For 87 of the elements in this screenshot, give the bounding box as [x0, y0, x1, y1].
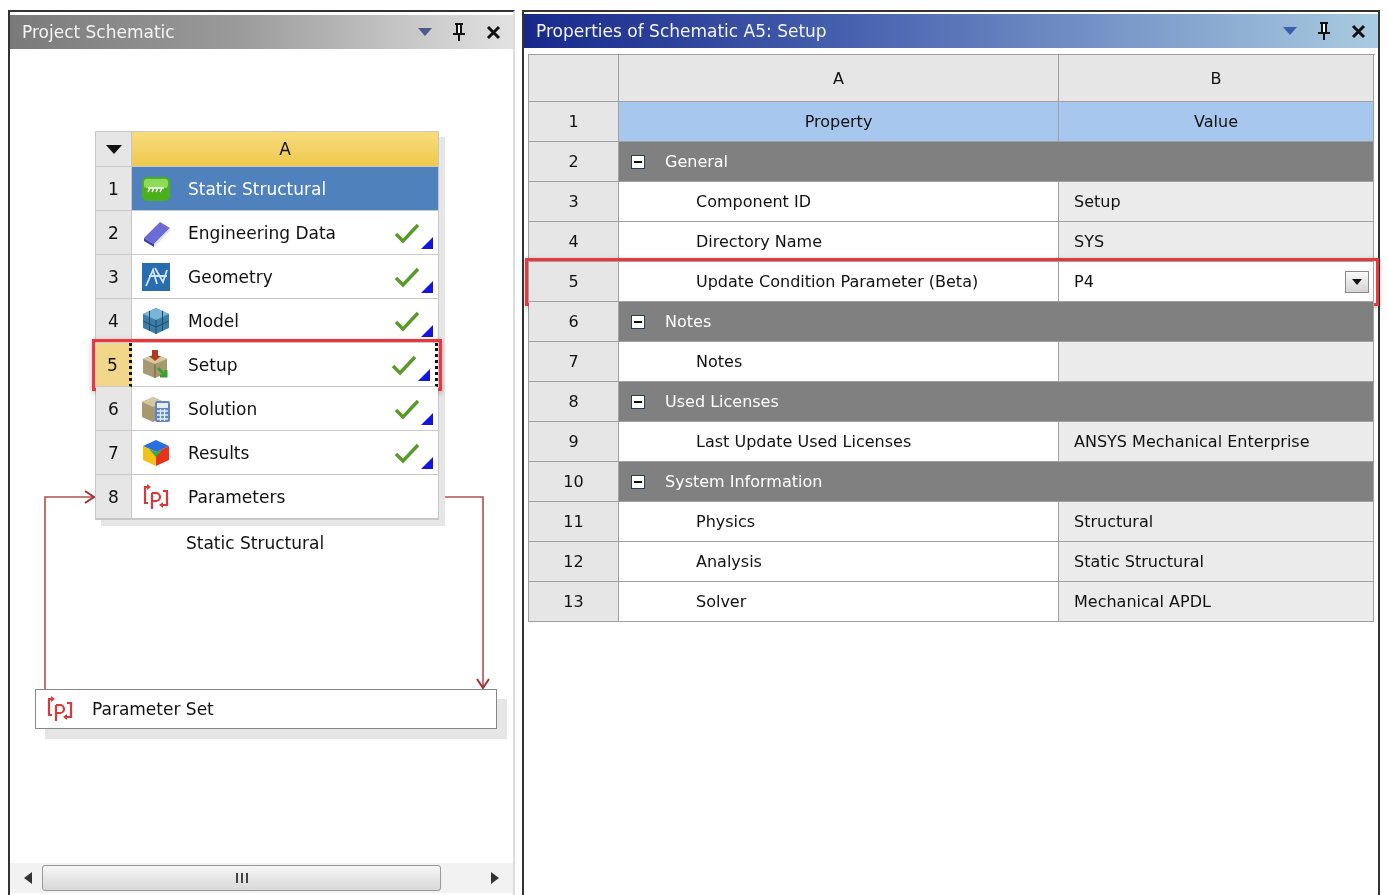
- group-header[interactable]: Used Licenses: [619, 382, 1374, 422]
- component-cell[interactable]: Static Structural: [132, 167, 438, 211]
- collapse-icon[interactable]: [631, 474, 645, 489]
- component-cell[interactable]: Solution: [132, 387, 438, 431]
- property-cell: Last Update Used Licenses: [619, 422, 1059, 462]
- pin-icon[interactable]: [452, 22, 466, 42]
- group-header[interactable]: Notes: [619, 302, 1374, 342]
- property-cell: Notes: [619, 342, 1059, 382]
- row-number: 2: [529, 142, 619, 182]
- system-icon: [140, 174, 172, 203]
- row-number: 1: [529, 102, 619, 142]
- row-number: 2: [96, 211, 132, 255]
- row-number: 8: [529, 382, 619, 422]
- value-cell: ANSYS Mechanical Enterprise: [1059, 422, 1374, 462]
- close-icon[interactable]: [486, 24, 501, 40]
- row-number: 7: [529, 342, 619, 382]
- triangle-icon: [421, 281, 433, 293]
- row-number: 6: [529, 302, 619, 342]
- component-label: Engineering Data: [188, 222, 337, 243]
- group-header[interactable]: System Information: [619, 462, 1374, 502]
- panel-title: Properties of Schematic A5: Setup: [536, 21, 828, 41]
- triangle-icon: [421, 325, 433, 337]
- property-cell: Component ID: [619, 182, 1059, 222]
- value-cell: Static Structural: [1059, 542, 1374, 582]
- geometry-icon: [140, 261, 172, 292]
- block-menu-button[interactable]: [96, 132, 132, 167]
- row-number: 1: [96, 167, 132, 211]
- panel-title: Project Schematic: [22, 22, 176, 42]
- group-label: Used Licenses: [665, 392, 779, 411]
- scroll-left-button[interactable]: [24, 872, 32, 884]
- collapse-icon[interactable]: [631, 314, 645, 329]
- row-number: 3: [96, 255, 132, 299]
- column-header: B: [1059, 55, 1374, 102]
- property-cell: Analysis: [619, 542, 1059, 582]
- row-number: 6: [96, 387, 132, 431]
- row-number: 5: [96, 343, 132, 387]
- row-number: 11: [529, 502, 619, 542]
- row-number: 12: [529, 542, 619, 582]
- value-cell: Mechanical APDL: [1059, 582, 1374, 622]
- collapse-icon[interactable]: [631, 154, 645, 169]
- dropdown-value: P4: [1074, 272, 1094, 291]
- grip-icon: [234, 872, 249, 884]
- table-header-cell: Value: [1059, 102, 1374, 142]
- property-cell: Solver: [619, 582, 1059, 622]
- row-number: 5: [529, 262, 619, 302]
- value-cell: Structural: [1059, 502, 1374, 542]
- row-number: 9: [529, 422, 619, 462]
- value-dropdown[interactable]: P4: [1059, 262, 1374, 302]
- group-label: General: [665, 152, 729, 171]
- component-label: Static Structural: [188, 178, 328, 199]
- group-header[interactable]: General: [619, 142, 1374, 182]
- triangle-icon: [421, 457, 433, 469]
- row-number: 8: [96, 475, 132, 519]
- component-label: Results: [188, 442, 251, 463]
- dropdown-icon: [1352, 278, 1362, 285]
- dropdown-button[interactable]: [1345, 270, 1369, 293]
- row-number: 3: [529, 182, 619, 222]
- scroll-right-button[interactable]: [491, 872, 499, 884]
- colored-cube-icon: [140, 437, 172, 468]
- dropdown-icon[interactable]: [105, 144, 122, 154]
- triangle-icon: [421, 413, 433, 425]
- component-label: Model: [188, 310, 241, 331]
- component-label: Parameters: [188, 486, 287, 507]
- component-label: Geometry: [188, 266, 274, 287]
- value-cell: Setup: [1059, 182, 1374, 222]
- component-label: Setup: [188, 354, 239, 375]
- triangle-icon: [421, 237, 433, 249]
- table-header-cell: Property: [619, 102, 1059, 142]
- group-label: System Information: [665, 472, 823, 491]
- row-number: 10: [529, 462, 619, 502]
- row-number: 13: [529, 582, 619, 622]
- close-icon[interactable]: [1351, 23, 1366, 39]
- scrollbar-thumb[interactable]: [42, 865, 441, 891]
- column-header: A: [132, 132, 438, 167]
- parameter-set-label: Parameter Set: [92, 699, 214, 719]
- property-cell: Physics: [619, 502, 1059, 542]
- triangle-icon: [418, 369, 430, 381]
- pin-icon[interactable]: [1317, 21, 1331, 41]
- system-caption: Static Structural: [186, 533, 325, 553]
- group-label: Notes: [665, 312, 712, 331]
- property-cell: Update Condition Parameter (Beta): [619, 262, 1059, 302]
- component-label: Solution: [188, 398, 259, 419]
- cube-icon: [140, 305, 172, 336]
- row-number: 7: [96, 431, 132, 475]
- column-header: A: [619, 55, 1059, 102]
- component-cell[interactable]: Setup: [132, 343, 438, 387]
- collapse-icon[interactable]: [631, 394, 645, 409]
